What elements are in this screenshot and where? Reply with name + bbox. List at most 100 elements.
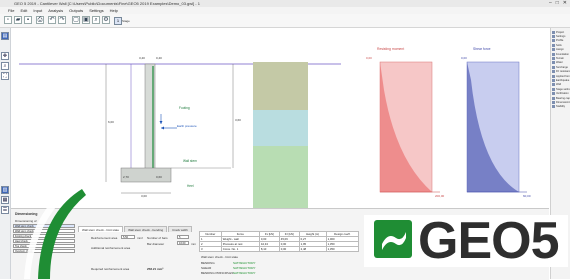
new-file-icon[interactable]: ▫ xyxy=(4,16,12,24)
menu-analysis[interactable]: Analysis xyxy=(48,7,63,14)
minimize-button[interactable]: – xyxy=(549,0,552,7)
result-label: BENDING xyxy=(201,261,215,265)
fit-view-icon[interactable]: ⛶ xyxy=(1,72,9,80)
outputs-icon[interactable]: ▦ xyxy=(1,196,9,204)
result-label: BENDING PRINCIPLES xyxy=(201,271,234,275)
moment-chart xyxy=(379,61,440,193)
window-title: GEO 5 2019 - Cantilever Wall [C:\Users\P… xyxy=(14,1,200,6)
result-status: SATISFACTORY xyxy=(233,261,256,265)
table-row[interactable]: 3 Cross. No. 1 8,10 0,00 2,48 1,350 xyxy=(199,246,360,252)
field-unit: mm xyxy=(191,242,196,246)
toolbar: ▫ ▰ ▪ ⎙ ↶ ↷ ▢ ▣ ⌕ ⚙ 1 Stage xyxy=(0,14,570,28)
maximize-button[interactable]: □ xyxy=(556,0,559,7)
shear-chart xyxy=(466,61,527,193)
frame-item-icon xyxy=(552,100,555,104)
frame-item-icon xyxy=(552,70,555,74)
geo5-logo-text: GEO5 xyxy=(418,212,559,270)
copy-view-icon[interactable]: ▢ xyxy=(72,16,80,24)
base-dimension: 3,00 xyxy=(141,194,147,198)
result-label: SHEAR xyxy=(201,266,212,270)
stage-select[interactable]: Stage xyxy=(122,19,130,23)
menu-outputs[interactable]: Outputs xyxy=(69,7,83,14)
note-footing: Footing xyxy=(179,106,190,110)
frame-item-icon xyxy=(552,30,555,34)
shear-axis-bottom: 60,00 xyxy=(523,194,531,198)
required-label: Required reinforcement area xyxy=(91,267,130,271)
required-value: 258.21 mm² xyxy=(147,267,164,271)
wall-label-1: 3,40 xyxy=(139,56,145,60)
menu-help[interactable]: Help xyxy=(110,7,118,14)
undo-icon[interactable]: ↶ xyxy=(48,16,56,24)
zoom-view-icon[interactable]: ⌕ xyxy=(92,16,100,24)
frame-item-icon xyxy=(552,57,555,61)
drawing-canvas[interactable]: 6,00 3,60 3,00 2,70 0,60 3,40 0,40 Earth… xyxy=(11,28,549,208)
frame-item-label: Wall xyxy=(556,83,561,87)
frame-item-icon xyxy=(552,96,555,100)
height-dimension: 6,00 xyxy=(108,120,114,124)
dimension-1: 2,70 xyxy=(123,175,129,179)
frame-item-icon xyxy=(552,74,555,78)
settings-icon[interactable]: ⚙ xyxy=(102,16,110,24)
table-cell: 1,350 xyxy=(325,246,360,252)
frame-item-icon xyxy=(552,39,555,43)
reinforcement-area-input[interactable]: 5.50 xyxy=(121,235,135,239)
tab-bending[interactable]: Wall stem check - bending xyxy=(124,226,168,232)
number-of-bars-input[interactable]: 5 xyxy=(177,235,189,239)
redo-icon[interactable]: ↷ xyxy=(58,16,66,24)
check-tabs: Wall stem check - limit state Wall stem … xyxy=(78,226,192,232)
bar-diameter-input[interactable]: 16.00 xyxy=(177,241,189,245)
frame-item-label: Soils xyxy=(556,43,562,47)
menu-edit[interactable]: Edit xyxy=(20,7,27,14)
save-icon[interactable]: ▪ xyxy=(24,16,32,24)
load-label: Earth pressure xyxy=(177,124,197,128)
tab-crack-width[interactable]: Crack width xyxy=(168,226,192,232)
table-icon[interactable]: ☰ xyxy=(1,206,9,214)
stage-number[interactable]: 1 xyxy=(114,17,122,25)
frame-view-icon[interactable]: ▥ xyxy=(1,186,9,194)
wall-label-2: 0,40 xyxy=(156,56,162,60)
print-icon[interactable]: ⎙ xyxy=(36,16,44,24)
frame-item[interactable]: Stability xyxy=(552,105,570,109)
frame-item-label: Verification xyxy=(556,92,569,96)
zoom-icon[interactable]: ⌕ xyxy=(1,62,9,70)
open-folder-icon[interactable]: ▰ xyxy=(14,16,22,24)
table-cell: Cross. No. 1 xyxy=(220,246,260,252)
geo5-logo-mark xyxy=(374,220,412,258)
frame-item-label: Surcharge xyxy=(556,65,568,69)
frame-item-icon xyxy=(552,78,555,82)
menu-bar: File Edit Input Analysis Outputs Setting… xyxy=(0,7,570,14)
result-label: Wall stem check - limit state xyxy=(201,255,239,259)
frame-item-label: Settings xyxy=(556,35,566,39)
menu-file[interactable]: File xyxy=(8,7,14,14)
frame-item-label: Project xyxy=(556,30,565,34)
forces-table: Number Force Fx [kN] Fz [kN] Height (m) … xyxy=(199,231,360,252)
frame-item-icon xyxy=(552,35,555,39)
paste-view-icon[interactable]: ▣ xyxy=(82,16,90,24)
frame-item-icon xyxy=(552,105,555,109)
frame-item-label: Stage settings xyxy=(556,87,570,91)
table-cell: 0,00 xyxy=(278,246,300,252)
shear-chart-title: Shear force xyxy=(473,47,491,51)
field-unit: mm² xyxy=(137,236,143,240)
field-label: Number of bars xyxy=(147,236,168,240)
menu-input[interactable]: Input xyxy=(33,7,42,14)
close-button[interactable]: ✕ xyxy=(563,0,567,7)
dimension-2: 0,60 xyxy=(156,175,162,179)
move-icon[interactable]: ✥ xyxy=(1,52,9,60)
table-cell: 2,48 xyxy=(298,246,327,252)
draw-mode-icon[interactable]: ▤ xyxy=(1,32,9,40)
left-toolbar: ▤ ✥ ⌕ ⛶ ▥ ▦ ☰ xyxy=(0,28,11,279)
result-status: SATISFACTORY xyxy=(233,271,256,275)
frame-item-icon xyxy=(552,92,555,96)
soil-layer-bottom xyxy=(253,146,308,208)
frame-item-label: Earthquake xyxy=(556,78,570,82)
swoosh-graphic xyxy=(24,185,86,279)
menu-settings[interactable]: Settings xyxy=(89,7,103,14)
field-label: Bar diameter xyxy=(147,242,165,246)
frame-item-label: Water xyxy=(556,61,563,65)
frame-item-label: Profile xyxy=(556,39,564,43)
moment-axis-bottom: 200,00 xyxy=(435,194,445,198)
moment-chart-title: Resisting moment xyxy=(377,47,405,51)
frame-item-icon xyxy=(552,43,555,47)
shear-axis-top: 0,00 xyxy=(461,56,467,60)
